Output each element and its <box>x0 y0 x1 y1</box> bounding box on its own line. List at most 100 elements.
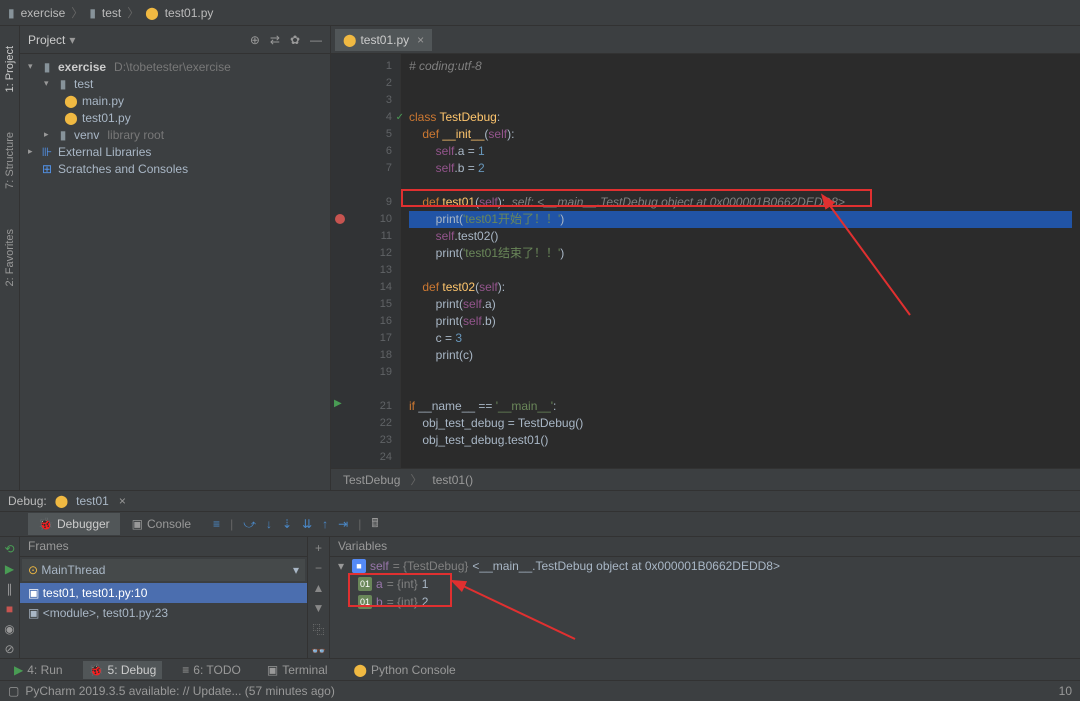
evaluate-icon[interactable]: 🖩 <box>371 514 378 535</box>
run-gutter-icon[interactable]: ▶ <box>334 398 342 409</box>
gear-icon[interactable]: ✿ <box>290 33 300 47</box>
variable-row-a[interactable]: 01 a = {int} 1 <box>330 575 1080 593</box>
bug-icon: 🐞 <box>89 663 104 677</box>
tab-project[interactable]: 1: Project <box>4 46 16 92</box>
tab-todo[interactable]: ≡6: TODO <box>176 661 247 679</box>
dropdown-icon: ▾ <box>293 563 299 577</box>
variable-row-self[interactable]: ▾ ■ self = {TestDebug} <__main__.TestDeb… <box>330 557 1080 575</box>
breadcrumb-root: exercise <box>21 6 66 20</box>
debug-tool-window: Debug: ⬤ test01 × 🐞 Debugger ▣ Console ≡… <box>0 490 1080 658</box>
status-message[interactable]: PyCharm 2019.3.5 available: // Update...… <box>25 684 335 698</box>
tree-file-main[interactable]: ⬤ main.py <box>20 92 330 109</box>
pause-icon[interactable]: ∥ <box>2 581 18 597</box>
debug-toolbar: 🐞 Debugger ▣ Console ≡ | ⤻ ↓ ⇣ ⇊ ↑ ⇥ | 🖩 <box>0 512 1080 537</box>
console-icon: ▣ <box>132 517 143 531</box>
python-file-icon: ⬤ <box>145 6 158 20</box>
left-tool-tabs: 1: Project 7: Structure 2: Favorites <box>0 26 20 490</box>
breadcrumb-folder: test <box>102 6 121 20</box>
nav-breadcrumb-bar: ▮ exercise 〉 ▮ test 〉 ⬤ test01.py <box>0 0 1080 26</box>
tree-external-libs[interactable]: ▸⊪ External Libraries <box>20 143 330 160</box>
expand-icon[interactable]: ⇄ <box>270 33 280 47</box>
inline-hint: self: <__main__.TestDebug object at 0x00… <box>512 195 845 209</box>
tab-favorites[interactable]: 2: Favorites <box>4 229 16 286</box>
step-into-my-icon[interactable]: ⇣ <box>282 517 292 531</box>
step-into-icon[interactable]: ↓ <box>266 517 272 531</box>
locate-icon[interactable]: ⊕ <box>250 33 260 47</box>
line-numbers: 123 4✓ 5 67 91011 121314 151617 1819 212… <box>353 54 401 468</box>
tree-root[interactable]: ▾▮ exercise D:\tobetester\exercise <box>20 58 330 75</box>
folder-icon: ▮ <box>89 6 96 20</box>
tab-console[interactable]: ▣ Console <box>122 513 201 535</box>
cursor-position[interactable]: 10 <box>1059 684 1072 698</box>
debug-title-label: Debug: <box>8 494 47 508</box>
step-over-icon[interactable]: ⤻ <box>243 517 256 532</box>
tree-folder-venv[interactable]: ▸▮ venv library root <box>20 126 330 143</box>
tree-file-label: main.py <box>82 94 124 108</box>
stop-icon[interactable]: ■ <box>2 601 18 617</box>
variable-row-b[interactable]: 01 b = {int} 2 <box>330 593 1080 611</box>
tab-run[interactable]: ▶4: Run <box>8 661 69 679</box>
frames-header: Frames <box>20 537 307 557</box>
breadcrumb-function[interactable]: test01() <box>432 473 473 487</box>
down-icon[interactable]: ▼ <box>313 601 325 615</box>
tree-label: Scratches and Consoles <box>58 162 188 176</box>
code-editor[interactable]: ▶ 123 4✓ 5 67 91011 121314 151617 1819 2… <box>331 54 1080 468</box>
tab-debugger[interactable]: 🐞 Debugger <box>28 513 120 535</box>
step-out-icon[interactable]: ↑ <box>322 517 328 531</box>
add-watch-icon[interactable]: + <box>315 541 322 555</box>
frame-label: test01, test01.py:10 <box>43 586 148 600</box>
debug-header: Debug: ⬤ test01 × <box>0 491 1080 512</box>
tree-scratches[interactable]: ⊞ Scratches and Consoles <box>20 160 330 177</box>
frame-item[interactable]: ▣ test01, test01.py:10 <box>20 583 307 603</box>
var-type: = {int} <box>387 595 418 609</box>
breadcrumb-file: test01.py <box>165 6 214 20</box>
frame-icon: ▣ <box>28 586 39 600</box>
project-tree[interactable]: ▾▮ exercise D:\tobetester\exercise ▾▮ te… <box>20 54 330 490</box>
tab-python-console[interactable]: ⬤ Python Console <box>348 661 462 679</box>
breakpoint-icon[interactable] <box>335 214 345 224</box>
remove-watch-icon[interactable]: − <box>315 561 322 575</box>
folder-icon: ▮ <box>8 6 15 20</box>
frame-item[interactable]: ▣ <module>, test01.py:23 <box>20 603 307 623</box>
code-content[interactable]: # coding:utf-8 class TestDebug: def __in… <box>401 54 1080 468</box>
variables-header: Variables <box>330 537 1080 557</box>
chevron-right-icon: 〉 <box>71 4 83 21</box>
frames-panel: Frames ⊙ MainThread ▾ ▣ test01, test01.p… <box>20 537 308 658</box>
editor-breadcrumb: TestDebug 〉 test01() <box>331 468 1080 490</box>
breadcrumb[interactable]: ▮ exercise 〉 ▮ test 〉 ⬤ test01.py <box>8 4 213 21</box>
breadcrumb-class[interactable]: TestDebug <box>343 473 400 487</box>
tab-structure[interactable]: 7: Structure <box>4 132 16 189</box>
tab-terminal[interactable]: ▣ Terminal <box>261 661 334 679</box>
var-name: a <box>376 577 383 591</box>
tab-label: Python Console <box>371 663 456 677</box>
var-name: b <box>376 595 383 609</box>
tree-folder-test[interactable]: ▾▮ test <box>20 75 330 92</box>
var-type: = {int} <box>387 577 418 591</box>
var-value: <__main__.TestDebug object at 0x000001B0… <box>472 559 780 573</box>
terminal-icon: ▣ <box>267 663 278 677</box>
var-type: = {TestDebug} <box>393 559 469 573</box>
hide-icon[interactable]: — <box>310 33 322 47</box>
project-view-label[interactable]: Project <box>28 33 65 47</box>
thread-selector[interactable]: ⊙ MainThread ▾ <box>22 559 305 581</box>
resume-icon[interactable]: ▶ <box>2 561 18 577</box>
event-log-icon[interactable]: ▢ <box>8 684 19 698</box>
close-icon[interactable]: × <box>119 494 126 508</box>
mute-breakpoints-icon[interactable]: ⊘ <box>2 641 18 657</box>
python-icon: ⬤ <box>354 663 367 677</box>
run-to-cursor-icon[interactable]: ⇥ <box>338 517 348 531</box>
rerun-icon[interactable]: ⟲ <box>2 541 18 557</box>
view-breakpoints-icon[interactable]: ◉ <box>2 621 18 637</box>
force-step-icon[interactable]: ⇊ <box>302 517 312 531</box>
close-icon[interactable]: × <box>417 33 424 47</box>
tab-debug[interactable]: 🐞5: Debug <box>83 661 163 679</box>
glasses-icon[interactable]: 👓 <box>311 644 326 658</box>
duplicate-icon[interactable]: ⿻ <box>312 621 324 638</box>
up-icon[interactable]: ▲ <box>313 581 325 595</box>
threads-icon[interactable]: ≡ <box>213 517 220 531</box>
debug-config-name[interactable]: test01 <box>76 494 109 508</box>
editor-tab-test01[interactable]: ⬤ test01.py × <box>335 29 432 51</box>
tab-label: Terminal <box>282 663 327 677</box>
tree-file-test01[interactable]: ⬤ test01.py <box>20 109 330 126</box>
dropdown-icon[interactable]: ▾ <box>69 33 75 47</box>
